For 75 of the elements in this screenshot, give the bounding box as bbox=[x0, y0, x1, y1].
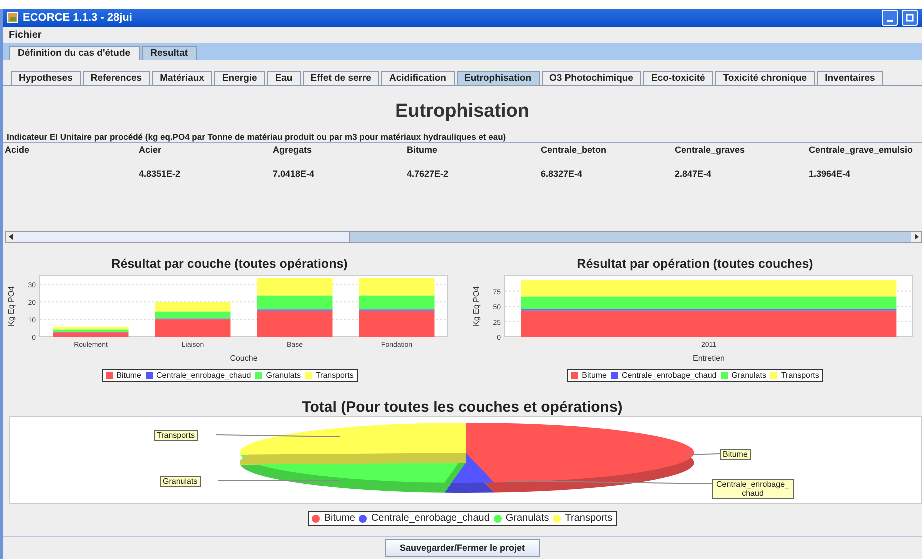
legend-swatch bbox=[770, 372, 778, 379]
window-title: ECORCE 1.1.3 - 28jui bbox=[23, 12, 134, 24]
axis-title: Couche bbox=[230, 354, 258, 363]
legend-swatch bbox=[255, 372, 262, 379]
table-cell-text: 4.8351E-2 bbox=[138, 168, 182, 181]
minimize-button[interactable] bbox=[882, 10, 898, 26]
tab[interactable]: Eutrophisation bbox=[456, 71, 540, 85]
axis-title: Entretien bbox=[693, 354, 726, 363]
legend-label: Granulats bbox=[732, 371, 766, 380]
tab[interactable]: Resultat bbox=[142, 46, 198, 60]
tab[interactable]: Effet de serre bbox=[302, 71, 380, 85]
legend-label: Centrale_enrobage_chaud bbox=[371, 513, 490, 524]
legend-label: Granulats bbox=[506, 513, 550, 524]
tab[interactable]: Eco-toxicité bbox=[643, 71, 714, 85]
table-cell-text: 7.0418E-4 bbox=[272, 168, 316, 181]
page-heading: Eutrophisation bbox=[394, 101, 531, 123]
table-cell-text: 2.847E-4 bbox=[674, 168, 713, 181]
tab[interactable]: O3 Photochimique bbox=[542, 71, 642, 85]
legend-swatch bbox=[312, 514, 320, 522]
callout-label: Granulats bbox=[160, 476, 201, 487]
legend-swatch bbox=[720, 372, 728, 379]
tab[interactable]: Matériaux bbox=[152, 71, 212, 85]
legend-swatch bbox=[146, 372, 153, 379]
menu-item[interactable]: Fichier bbox=[9, 30, 42, 40]
right-arrow-icon bbox=[914, 234, 918, 240]
table-cell-text: 4.7627E-2 bbox=[406, 168, 450, 181]
tab[interactable]: Inventaires bbox=[817, 71, 884, 85]
legend-label: Transports bbox=[316, 371, 354, 380]
legend-label: Centrale_enrobage_chaud bbox=[156, 371, 252, 380]
tab[interactable]: Eau bbox=[267, 71, 301, 85]
tab[interactable]: Définition du cas d'étude bbox=[9, 46, 140, 60]
left-arrow-icon bbox=[8, 234, 14, 240]
leader-line bbox=[686, 454, 720, 456]
legend-swatch bbox=[611, 372, 618, 379]
legend-label: Granulats bbox=[266, 371, 301, 380]
legend-swatch bbox=[106, 372, 113, 379]
legend-label: Centrale_enrobage_chaud bbox=[622, 371, 717, 380]
table-cell-text: 1.3964E-4 bbox=[808, 168, 852, 181]
chart-title: Total (Pour toutes les couches et opérations) bbox=[302, 399, 623, 416]
table-caption: Indicateur EI Unitaire par procédé (kg eq.PO4 par Tonne de matériau produit ou par m3 pour matériaux hydrauliques et eau) bbox=[6, 132, 508, 142]
legend-label: Bitume bbox=[582, 371, 608, 380]
column-header: Centrale_beton bbox=[540, 144, 608, 157]
callout-label: Bitume bbox=[720, 449, 751, 460]
legend-swatch bbox=[553, 514, 562, 522]
callout-label: Transports bbox=[154, 430, 198, 441]
save-close-button[interactable]: Sauvegarder/Fermer le projet bbox=[384, 539, 540, 557]
axis-title: Kg Eq PO4 bbox=[472, 286, 482, 327]
column-header: Centrale_graves bbox=[674, 144, 746, 157]
legend-label: Transports bbox=[781, 371, 820, 380]
legend-swatch bbox=[359, 514, 368, 522]
tab[interactable]: Acidification bbox=[381, 71, 454, 85]
maximize-icon bbox=[906, 14, 914, 22]
axis-title: Kg Eq PO4 bbox=[6, 286, 16, 327]
legend-label: Bitume bbox=[324, 513, 356, 524]
maximize-button[interactable] bbox=[902, 10, 918, 26]
legend-swatch bbox=[571, 372, 578, 379]
column-header: Agregats bbox=[272, 144, 314, 157]
tab[interactable]: Toxicité chronique bbox=[715, 71, 816, 85]
legend-label: Bitume bbox=[116, 371, 142, 380]
callout-label: Centrale_enrobage_chaud bbox=[712, 479, 794, 499]
app-icon bbox=[7, 12, 19, 24]
horizontal-scrollbar[interactable] bbox=[5, 231, 922, 243]
tab[interactable]: Hypotheses bbox=[11, 71, 81, 85]
column-header: Bitume bbox=[406, 144, 439, 157]
tab[interactable]: Energie bbox=[214, 71, 266, 85]
legend-label: Transports bbox=[565, 513, 613, 524]
column-header: Centrale_grave_emulsio bbox=[808, 144, 914, 157]
legend-swatch bbox=[304, 372, 312, 379]
column-header: Acide bbox=[4, 144, 31, 157]
chart-title: Résultat par opération (toutes couches) bbox=[577, 257, 814, 271]
column-header: Acier bbox=[138, 144, 163, 157]
table-cell-text: 6.8327E-4 bbox=[540, 168, 584, 181]
chart-title: Résultat par couche (toutes opérations) bbox=[112, 257, 348, 271]
tab[interactable]: References bbox=[82, 71, 150, 85]
legend-swatch bbox=[494, 514, 502, 522]
